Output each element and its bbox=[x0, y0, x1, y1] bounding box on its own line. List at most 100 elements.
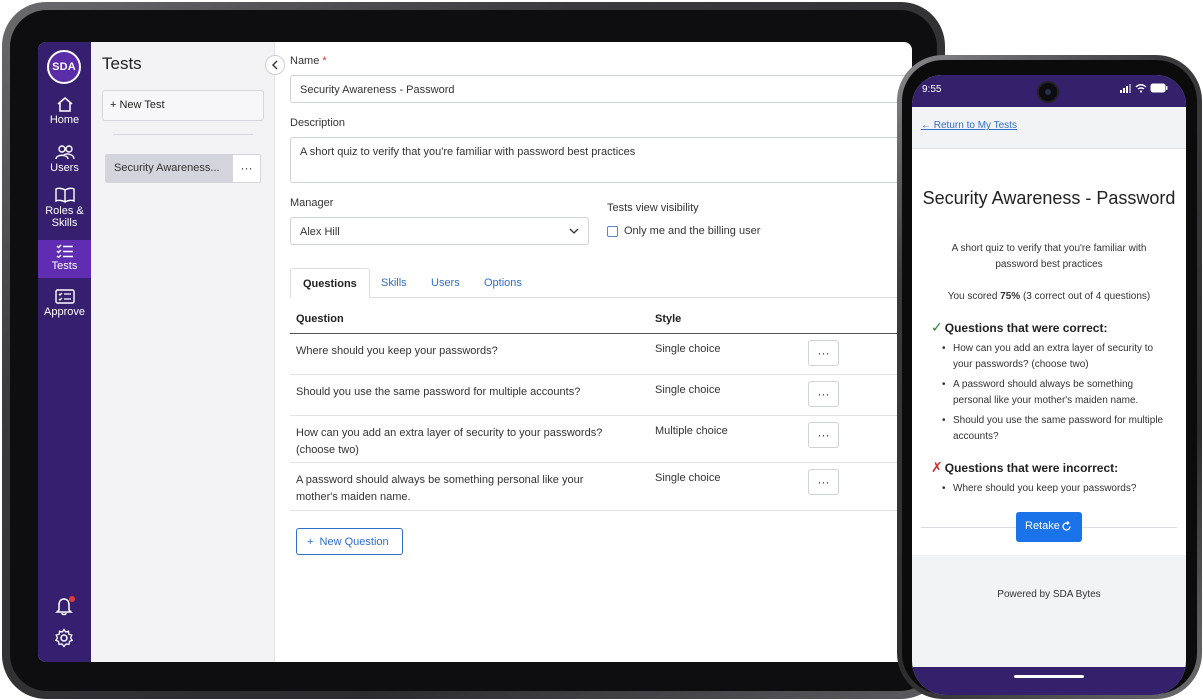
sidebar-item-label: Approve bbox=[44, 306, 85, 318]
visibility-checkbox[interactable] bbox=[607, 226, 618, 237]
score-suffix: (3 correct out of 4 questions) bbox=[1020, 291, 1151, 302]
list-item: A password should always be something pe… bbox=[942, 377, 1168, 409]
stage: SDA Home Users Roles & Skills Tests Appr… bbox=[0, 0, 1203, 700]
description-textarea[interactable]: A short quiz to verify that you're famil… bbox=[290, 137, 912, 183]
panel-title: Tests bbox=[102, 54, 142, 73]
users-icon bbox=[54, 145, 75, 160]
new-question-button[interactable]: + New Question bbox=[296, 528, 403, 555]
score-value: 75% bbox=[1000, 291, 1021, 302]
incorrect-heading-text: Questions that were incorrect: bbox=[944, 461, 1119, 475]
incorrect-list: Where should you keep your passwords? bbox=[942, 481, 1168, 501]
incorrect-heading: ✗ Questions that were incorrect: bbox=[931, 459, 1118, 476]
return-to-tests-link[interactable]: ← Return to My Tests bbox=[921, 120, 1017, 131]
result-title: Security Awareness - Password bbox=[922, 188, 1176, 208]
tab-users[interactable]: Users bbox=[431, 268, 460, 298]
tab-bar: Questions Skills Users Options bbox=[290, 268, 912, 298]
approve-card-icon bbox=[54, 289, 75, 304]
column-header-question: Question bbox=[296, 313, 344, 325]
plus-icon: + bbox=[307, 536, 320, 548]
phone-screen: 9:55 ← Return to My Tests Security Aware… bbox=[912, 75, 1186, 695]
test-list-item[interactable]: Security Awareness... bbox=[105, 154, 232, 183]
sidebar-item-label: Roles & bbox=[45, 205, 84, 217]
name-input[interactable]: Security Awareness - Password bbox=[290, 75, 912, 103]
chevron-left-icon bbox=[272, 60, 278, 70]
table-row[interactable]: Should you use the same password for mul… bbox=[290, 375, 912, 416]
sidebar-item-home[interactable]: Home bbox=[38, 96, 91, 132]
sidebar: SDA Home Users Roles & Skills Tests Appr… bbox=[38, 42, 97, 662]
phone-nav-bar: ← Return to My Tests bbox=[912, 107, 1186, 149]
question-cell: Should you use the same password for mul… bbox=[296, 386, 581, 398]
sidebar-item-label-line2: Skills bbox=[51, 217, 78, 229]
signal-icon bbox=[1120, 84, 1131, 93]
correct-list: How can you add an extra layer of securi… bbox=[942, 341, 1168, 449]
row-more-button[interactable]: ··· bbox=[808, 422, 839, 448]
phone-device: 9:55 ← Return to My Tests Security Aware… bbox=[897, 55, 1202, 699]
tests-panel: Tests + New Test Security Awareness... ·… bbox=[91, 42, 275, 662]
home-indicator[interactable] bbox=[1014, 675, 1084, 678]
visibility-label: Tests view visibility bbox=[607, 202, 699, 214]
result-description: A short quiz to verify that you're famil… bbox=[951, 243, 1147, 270]
style-cell: Single choice bbox=[655, 384, 721, 396]
name-label: Name * bbox=[290, 55, 327, 67]
sidebar-item-label: Users bbox=[50, 162, 79, 174]
visibility-option-label: Only me and the billing user bbox=[624, 225, 761, 237]
new-question-label: New Question bbox=[319, 536, 389, 548]
powered-by-text: Powered by SDA Bytes bbox=[997, 589, 1101, 600]
battery-icon bbox=[1150, 83, 1168, 93]
sidebar-item-tests[interactable]: Tests bbox=[38, 240, 97, 278]
row-more-button[interactable]: ··· bbox=[808, 381, 839, 407]
table-row[interactable]: A password should always be something pe… bbox=[290, 463, 912, 511]
sidebar-item-approve[interactable]: Approve bbox=[38, 289, 91, 325]
check-icon: ✓ bbox=[931, 319, 943, 335]
book-icon bbox=[54, 187, 75, 203]
wifi-icon bbox=[1135, 84, 1147, 93]
sidebar-item-users[interactable]: Users bbox=[38, 144, 91, 180]
tab-options[interactable]: Options bbox=[484, 268, 522, 298]
manager-value: Alex Hill bbox=[300, 226, 340, 238]
description-label: Description bbox=[290, 117, 346, 129]
style-cell: Single choice bbox=[655, 472, 721, 484]
list-check-icon bbox=[56, 244, 73, 258]
style-cell: Single choice bbox=[655, 343, 721, 355]
status-time: 9:55 bbox=[922, 84, 942, 95]
sidebar-item-label: Home bbox=[49, 114, 80, 126]
test-item-more-button[interactable]: ··· bbox=[232, 154, 261, 183]
name-label-text: Name bbox=[290, 55, 320, 67]
new-test-button[interactable]: + New Test bbox=[102, 90, 264, 121]
chevron-down-icon bbox=[569, 228, 579, 234]
question-cell: How can you add an extra layer of securi… bbox=[296, 427, 603, 456]
column-header-style: Style bbox=[655, 313, 682, 325]
question-cell: Where should you keep your passwords? bbox=[296, 345, 498, 357]
score-prefix: You scored bbox=[947, 291, 1001, 302]
correct-heading-text: Questions that were correct: bbox=[944, 321, 1108, 335]
score-text: You scored 75% (3 correct out of 4 quest… bbox=[912, 291, 1186, 302]
retake-label: Retake bbox=[1025, 520, 1060, 532]
table-row[interactable]: Where should you keep your passwords? Si… bbox=[290, 334, 912, 375]
test-editor: Name * Security Awareness - Password Des… bbox=[290, 42, 912, 662]
table-row[interactable]: How can you add an extra layer of securi… bbox=[290, 416, 912, 463]
list-item: Where should you keep your passwords? bbox=[942, 481, 1168, 497]
camera-cutout bbox=[1037, 81, 1059, 103]
sda-logo[interactable]: SDA bbox=[47, 50, 81, 84]
tablet-screen: SDA Home Users Roles & Skills Tests Appr… bbox=[38, 42, 912, 662]
panel-divider bbox=[113, 134, 253, 135]
cross-icon: ✗ bbox=[931, 459, 943, 475]
sidebar-item-roles-skills[interactable]: Roles & Skills bbox=[38, 187, 91, 233]
gear-icon[interactable] bbox=[54, 628, 74, 648]
manager-select[interactable]: Alex Hill bbox=[290, 217, 589, 245]
tablet-device: SDA Home Users Roles & Skills Tests Appr… bbox=[2, 2, 945, 699]
tab-skills[interactable]: Skills bbox=[381, 268, 407, 298]
list-item: How can you add an extra layer of securi… bbox=[942, 341, 1168, 373]
notification-dot bbox=[69, 596, 75, 602]
row-more-button[interactable]: ··· bbox=[808, 469, 839, 495]
new-test-label: New Test bbox=[119, 99, 165, 111]
phone-bottom-bar bbox=[912, 667, 1186, 695]
question-cell: A password should always be something pe… bbox=[296, 474, 584, 503]
tab-questions[interactable]: Questions bbox=[290, 268, 370, 298]
refresh-icon bbox=[1062, 521, 1071, 531]
retake-button[interactable]: Retake bbox=[1016, 512, 1082, 542]
results-card: Security Awareness - Password A short qu… bbox=[912, 149, 1186, 555]
collapse-panel-button[interactable] bbox=[265, 55, 285, 75]
manager-label: Manager bbox=[290, 197, 334, 209]
row-more-button[interactable]: ··· bbox=[808, 340, 839, 366]
